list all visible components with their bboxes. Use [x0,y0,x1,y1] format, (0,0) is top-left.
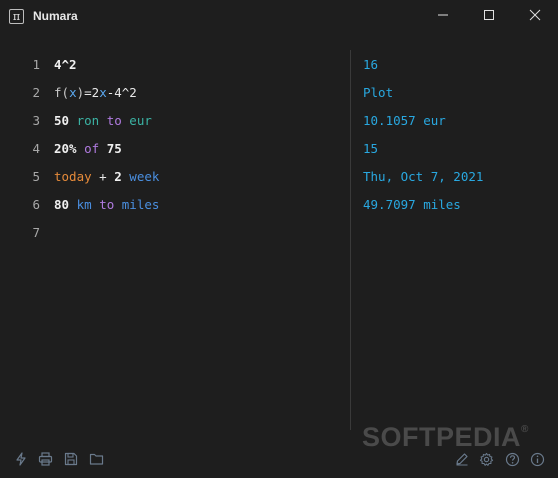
unit: eur [129,113,152,128]
edit-button[interactable] [454,451,470,467]
title-bar: π Numara [0,0,558,32]
result-value[interactable]: Thu, Oct 7, 2021 [363,169,483,184]
folder-icon [89,453,103,465]
number: 80 [54,197,70,212]
unit: miles [121,197,160,212]
maximize-button[interactable] [466,0,512,30]
number: 50 [54,113,70,128]
line-number: 1 [32,57,40,72]
lightning-icon [16,452,26,466]
code-line-3[interactable]: 50 ron to eur [54,113,152,128]
keyword: to [99,197,115,212]
info-button[interactable] [529,451,545,467]
operator: = [84,85,92,100]
lightning-button[interactable] [13,451,29,467]
unit: ron [76,113,100,128]
number: 75 [106,141,122,156]
expression-text: 4^2 [54,57,77,72]
settings-button[interactable] [478,451,494,467]
close-icon [529,9,541,21]
softpedia-watermark: SOFTPEDIA® [362,422,529,453]
result-value[interactable]: 15 [363,141,378,156]
number: 2 [114,169,122,184]
expression-rest: -4^2 [106,85,137,100]
code-line-1[interactable]: 4^2 [54,57,77,72]
code-line-4[interactable]: 20% of 75 [54,141,122,156]
pane-divider[interactable] [350,50,351,430]
watermark-mark: ® [521,424,529,435]
printer-icon [38,452,52,466]
result-value[interactable]: 10.1057 eur [363,113,446,128]
pencil-icon [456,453,468,466]
help-icon [505,452,519,466]
maximize-icon [484,10,494,20]
line-number: 6 [32,197,40,212]
variable: x [69,85,77,100]
unit: week [129,169,160,184]
line-number: 2 [32,85,40,100]
info-icon [530,452,544,466]
watermark-text: SOFTPEDIA [362,422,522,452]
keyword: to [106,113,122,128]
percentage: 20% [54,141,77,156]
code-line-6[interactable]: 80 km to miles [54,197,159,212]
result-plot-link[interactable]: Plot [363,85,393,100]
minimize-button[interactable] [420,0,466,30]
help-button[interactable] [504,451,520,467]
minimize-icon [438,14,448,16]
line-number: 4 [32,141,40,156]
operator: + [99,169,107,184]
date-keyword: today [54,169,92,184]
open-button[interactable] [88,451,104,467]
result-value[interactable]: 16 [363,57,378,72]
code-line-5[interactable]: today + 2 week [54,169,159,184]
line-number: 5 [32,169,40,184]
keyword: of [84,141,100,156]
close-button[interactable] [512,0,558,30]
line-number: 3 [32,113,40,128]
app-pi-icon: π [9,9,24,24]
result-value[interactable]: 49.7097 miles [363,197,461,212]
gear-icon [479,452,493,466]
window-title: Numara [33,9,78,23]
save-icon [64,452,78,466]
code-line-2[interactable]: f(x)=2x-4^2 [54,85,137,100]
function-name: f( [54,85,70,100]
paren-close: ) [76,85,85,100]
line-number: 7 [32,225,40,240]
print-button[interactable] [37,451,53,467]
variable: x [99,85,107,100]
save-button[interactable] [63,451,79,467]
unit: km [76,197,92,212]
